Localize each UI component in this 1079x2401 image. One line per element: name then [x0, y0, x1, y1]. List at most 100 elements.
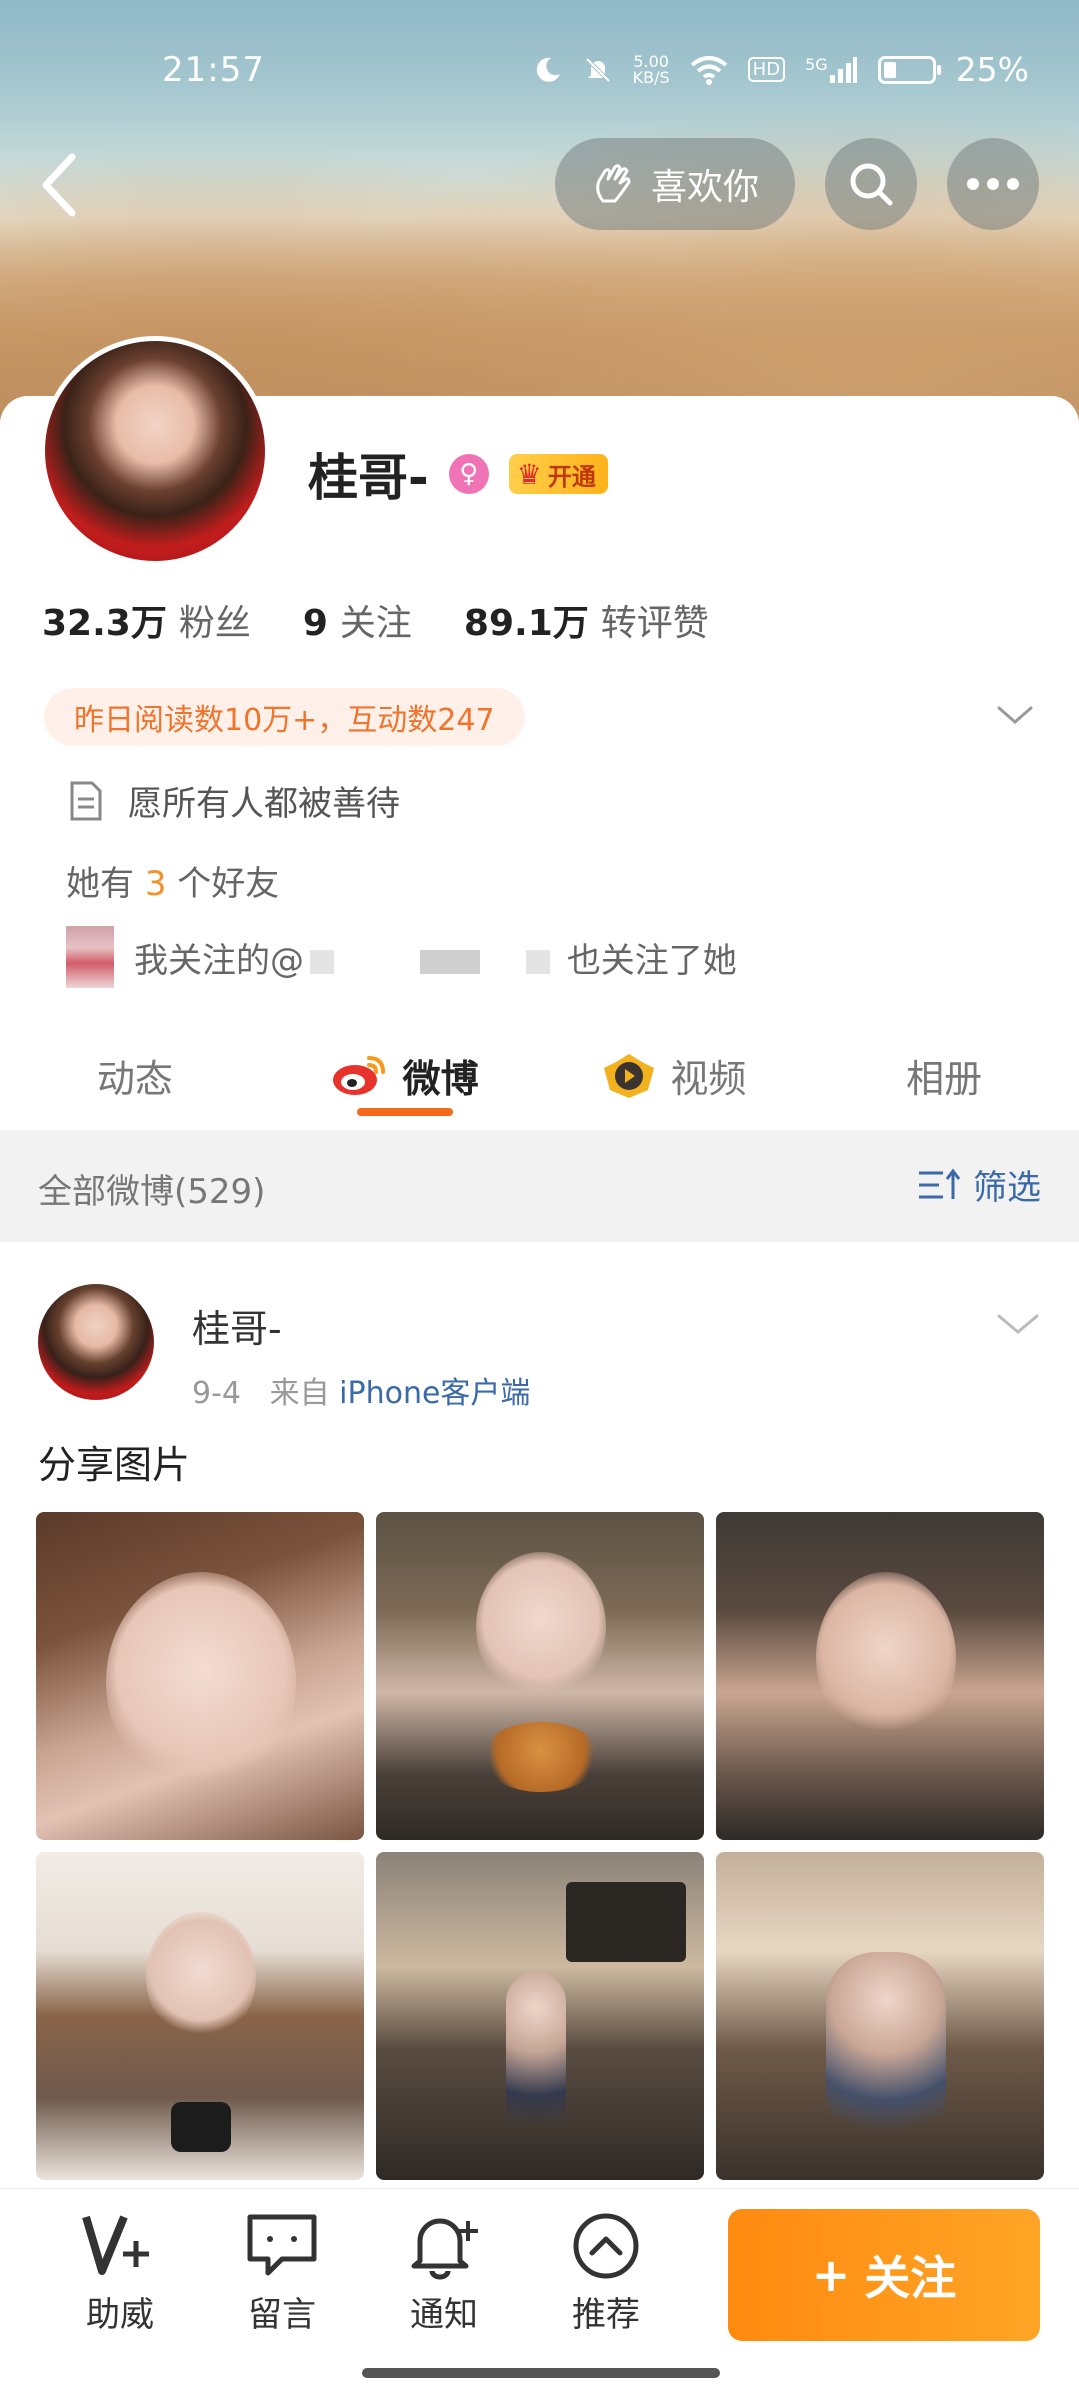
chevron-down-icon: [997, 1314, 1039, 1334]
profile-name: 桂哥-: [308, 449, 429, 507]
tab-album[interactable]: 相册: [809, 1020, 1079, 1130]
friends-prefix: 她有: [66, 864, 134, 904]
reading-stats-pill[interactable]: 昨日阅读数10万+，互动数247: [44, 688, 525, 746]
chevron-down-icon: [997, 706, 1033, 724]
status-bar: 21:57 5.00 KB/S HD 5G 25%: [0, 40, 1079, 100]
tab-weibo[interactable]: 微博: [270, 1020, 540, 1130]
filter-button[interactable]: 筛选: [917, 1160, 1041, 1209]
bottom-item-label: 助威: [86, 2295, 154, 2335]
message-icon: [247, 2214, 317, 2276]
profile-tabs: 动态 微博 视频 相册: [0, 1020, 1079, 1130]
photo-burger: [481, 1722, 601, 1792]
post-text: 分享图片: [38, 1443, 191, 1487]
filter-bar: 全部微博(529) 筛选: [0, 1130, 1079, 1242]
post-photo[interactable]: [376, 1852, 704, 2180]
search-button[interactable]: [825, 138, 917, 230]
profile-avatar[interactable]: [40, 336, 270, 566]
chevron-up-circle-icon: [573, 2213, 639, 2279]
post-author-avatar[interactable]: [38, 1284, 154, 1400]
mutual-prefix: 我关注的@: [134, 940, 304, 981]
net-speed-unit: KB/S: [632, 67, 670, 87]
post-meta: 9-4 来自 iPhone客户端: [192, 1368, 530, 1412]
more-dots-icon: [967, 178, 1019, 190]
header-actions: 喜欢你: [554, 138, 1039, 230]
female-icon: ♀: [448, 454, 489, 494]
post-photo[interactable]: [716, 1852, 1044, 2180]
bio-row: 愿所有人都被善待: [66, 776, 400, 825]
post-source[interactable]: iPhone客户端: [339, 1376, 530, 1411]
mutual-avatar: [66, 926, 114, 988]
back-button[interactable]: [30, 145, 90, 225]
mutual-follow-row[interactable]: 我关注的@ 也关注了她: [66, 926, 737, 988]
tab-video[interactable]: 视频: [540, 1020, 810, 1130]
notify-button[interactable]: 通知: [384, 2211, 504, 2336]
vip-open-label: 开通: [547, 462, 596, 491]
document-icon: [70, 781, 102, 820]
hand-wave-icon: [596, 164, 631, 203]
follow-button[interactable]: + 关注: [728, 2209, 1040, 2341]
following-count[interactable]: 9: [303, 603, 328, 644]
weibo-logo-icon: [332, 1056, 385, 1095]
plus-icon: +: [811, 2248, 851, 2302]
photo-subject: [816, 1572, 956, 1742]
name-row: 桂哥- ♀ ♛ 开通: [308, 438, 608, 510]
photo-subject: [476, 1552, 606, 1702]
photo-subject: [146, 1912, 256, 2042]
friends-suffix: 个好友: [177, 864, 280, 904]
post-photo[interactable]: [36, 1852, 364, 2180]
video-badge-icon: [604, 1054, 655, 1098]
chevron-left-icon: [42, 153, 76, 217]
tab-label: 视频: [670, 1056, 747, 1101]
photo-subject: [106, 1572, 296, 1792]
signal-icon: 5G: [805, 55, 858, 85]
photo-subject: [506, 1972, 566, 2152]
friends-count: 3: [144, 864, 167, 904]
fans-label[interactable]: 粉丝: [179, 594, 251, 646]
moon-icon: [533, 55, 563, 85]
signal-label: 5G: [805, 54, 828, 74]
search-icon: [850, 163, 893, 206]
redacted-block: [526, 950, 550, 974]
bell-plus-icon: [411, 2218, 478, 2280]
battery-percent: 25%: [955, 50, 1029, 89]
fans-count[interactable]: 32.3万: [42, 594, 167, 646]
post-options-button[interactable]: [995, 1308, 1041, 1338]
tab-label: 相册: [906, 1056, 983, 1101]
support-button[interactable]: 助威: [60, 2211, 180, 2336]
post-author-name[interactable]: 桂哥-: [192, 1298, 282, 1353]
post-date: 9-4: [192, 1376, 241, 1411]
following-label[interactable]: 关注: [340, 594, 412, 646]
filter-label: 筛选: [973, 1168, 1041, 1208]
hd-icon: HD: [747, 57, 786, 82]
photo-camera: [171, 2102, 231, 2152]
battery-icon: [877, 55, 941, 84]
post-from-prefix: 来自: [269, 1376, 330, 1411]
post-photo[interactable]: [376, 1512, 704, 1840]
crown-icon: ♛: [516, 457, 542, 491]
message-button[interactable]: 留言: [222, 2211, 342, 2336]
filter-sort-icon: [919, 1168, 961, 1199]
like-you-label: 喜欢你: [650, 167, 759, 208]
battery-fill: [883, 61, 896, 78]
vip-open-badge[interactable]: ♛ 开通: [508, 454, 608, 494]
bio-text: 愿所有人都被善待: [128, 784, 400, 824]
post-photo[interactable]: [36, 1512, 364, 1840]
mutual-suffix: 也关注了她: [566, 940, 737, 981]
expand-profile-button[interactable]: [995, 700, 1035, 730]
friends-row[interactable]: 她有 3 个好友: [66, 856, 279, 905]
follow-label: 关注: [864, 2251, 957, 2305]
interactions-label: 转评赞: [600, 603, 709, 644]
tab-dynamics[interactable]: 动态: [0, 1020, 270, 1130]
redacted-block: [310, 950, 334, 974]
recommend-button[interactable]: 推荐: [546, 2211, 666, 2336]
photo-menu-board: [566, 1882, 686, 1962]
tab-label: 微博: [402, 1056, 479, 1101]
post-photo[interactable]: [716, 1512, 1044, 1840]
like-you-button[interactable]: 喜欢你: [554, 138, 795, 230]
photo-grid: [36, 1512, 1044, 2180]
status-icons: 5.00 KB/S HD 5G 25%: [533, 50, 1029, 89]
tab-label: 动态: [96, 1056, 173, 1101]
wifi-icon: [690, 55, 728, 85]
more-button[interactable]: [947, 138, 1039, 230]
home-indicator[interactable]: [362, 2368, 720, 2378]
